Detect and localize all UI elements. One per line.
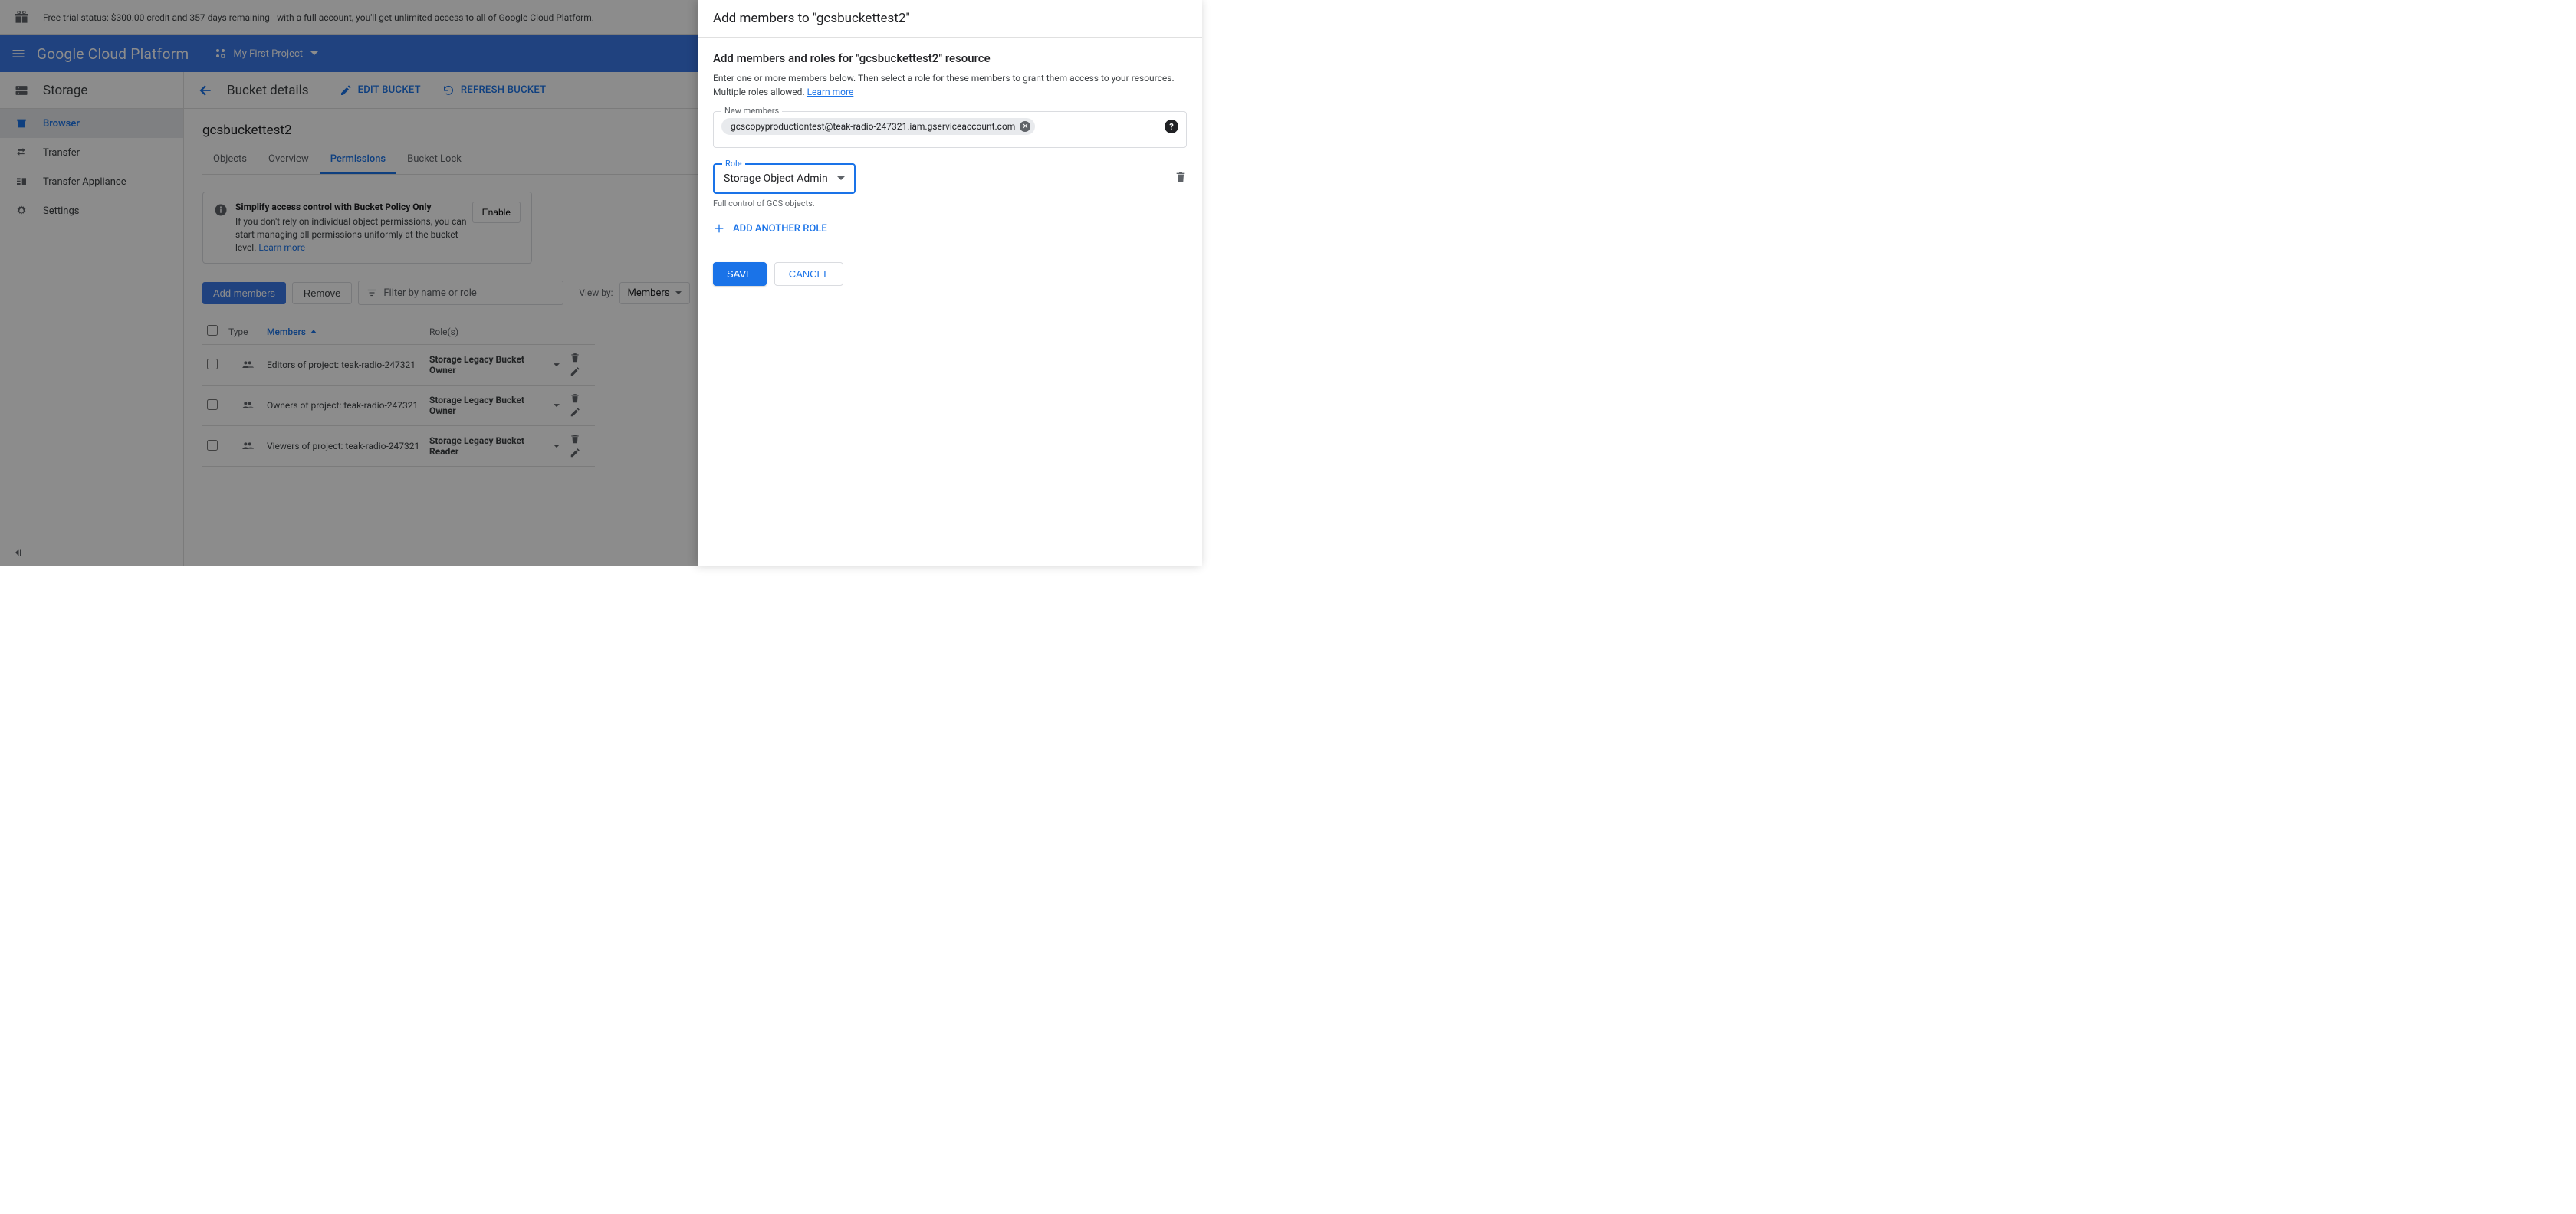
panel-description: Enter one or more members below. Then se… — [713, 71, 1187, 99]
new-members-field[interactable]: New members gcscopyproductiontest@teak-r… — [713, 111, 1187, 148]
cancel-button[interactable]: CANCEL — [774, 262, 844, 286]
panel-subtitle: Add members and roles for "gcsbuckettest… — [713, 51, 1187, 65]
role-hint: Full control of GCS objects. — [713, 199, 1187, 208]
chevron-down-icon — [837, 176, 845, 181]
role-field-label: Role — [722, 159, 745, 169]
save-button[interactable]: SAVE — [713, 262, 767, 286]
add-another-role-button[interactable]: ADD ANOTHER ROLE — [713, 222, 1187, 235]
delete-role-icon[interactable] — [1175, 163, 1187, 183]
help-icon[interactable]: ? — [1165, 120, 1178, 133]
member-chip: gcscopyproductiontest@teak-radio-247321.… — [721, 118, 1035, 135]
learn-more-link[interactable]: Learn more — [807, 87, 854, 97]
role-select[interactable]: Role Storage Object Admin — [713, 163, 856, 194]
plus-icon — [713, 222, 725, 235]
new-members-label: New members — [721, 106, 782, 116]
panel-title: Add members to "gcsbuckettest2" — [698, 0, 1202, 38]
remove-chip-icon[interactable]: ✕ — [1020, 121, 1030, 132]
add-members-panel: Add members to "gcsbuckettest2" Add memb… — [698, 0, 1202, 566]
